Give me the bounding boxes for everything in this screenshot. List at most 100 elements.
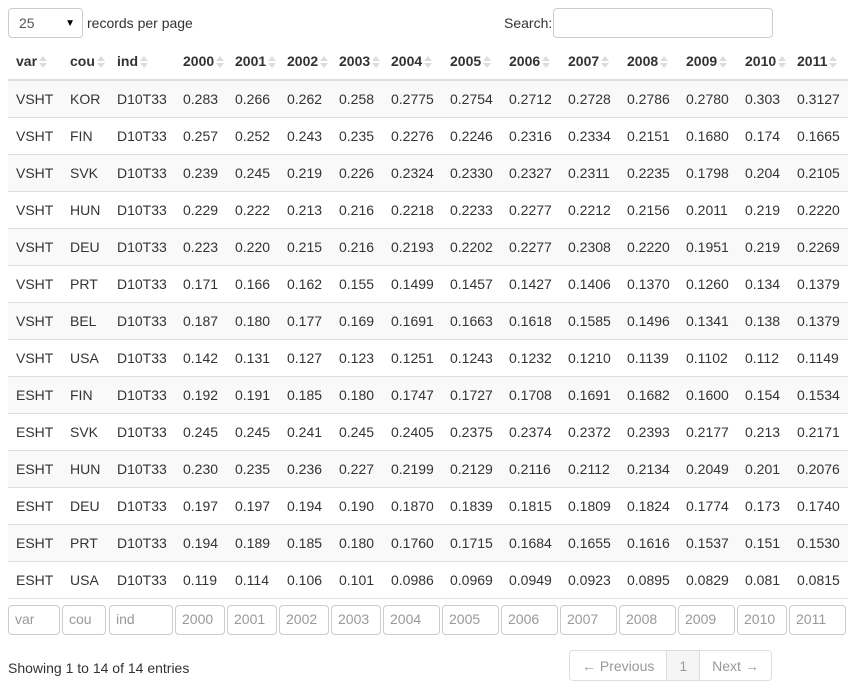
column-header-2007[interactable]: 2007 bbox=[560, 43, 619, 81]
cell-2001: 0.252 bbox=[227, 116, 279, 154]
cell-cou: PRT bbox=[62, 264, 109, 302]
column-header-2008[interactable]: 2008 bbox=[619, 43, 678, 81]
column-filter-2004[interactable]: 2004 bbox=[383, 604, 440, 635]
cell-2008: 0.1370 bbox=[619, 264, 678, 302]
cell-2011: 0.1740 bbox=[789, 486, 848, 524]
sort-icon[interactable] bbox=[216, 56, 225, 69]
cell-2004: 0.1251 bbox=[383, 338, 442, 376]
sort-icon[interactable] bbox=[601, 56, 610, 69]
cell-2010: 0.219 bbox=[737, 190, 789, 228]
column-header-ind[interactable]: ind bbox=[109, 43, 175, 81]
sort-icon[interactable] bbox=[140, 56, 148, 69]
column-filter-2002[interactable]: 2002 bbox=[279, 604, 329, 635]
cell-var: VSHT bbox=[8, 153, 62, 191]
column-header-var[interactable]: var bbox=[8, 43, 62, 81]
column-filter-cou[interactable]: cou bbox=[62, 604, 106, 635]
sort-icon[interactable] bbox=[829, 56, 838, 69]
cell-cou: USA bbox=[62, 338, 109, 376]
column-filter-2009[interactable]: 2009 bbox=[678, 604, 735, 635]
next-page-button[interactable]: Next → bbox=[699, 651, 771, 680]
records-per-page-select[interactable]: 25 ▼ bbox=[8, 8, 83, 38]
cell-2007: 0.2311 bbox=[560, 153, 619, 191]
cell-2009: 0.0829 bbox=[678, 560, 737, 598]
cell-2004: 0.2276 bbox=[383, 116, 442, 154]
cell-2010: 0.219 bbox=[737, 227, 789, 265]
sort-icon[interactable] bbox=[372, 56, 381, 69]
sort-icon[interactable] bbox=[778, 56, 787, 69]
cell-ind: D10T33 bbox=[109, 79, 175, 117]
cell-var: ESHT bbox=[8, 375, 62, 413]
cell-ind: D10T33 bbox=[109, 264, 175, 302]
filter-cell: 2002 bbox=[279, 597, 331, 642]
cell-2004: 0.1760 bbox=[383, 523, 442, 561]
column-filter-2006[interactable]: 2006 bbox=[501, 604, 558, 635]
column-header-2011[interactable]: 2011 bbox=[789, 43, 848, 81]
filter-cell: 2000 bbox=[175, 597, 227, 642]
pagination: ← Previous 1 Next → bbox=[569, 650, 772, 681]
cell-2006: 0.2374 bbox=[501, 412, 560, 450]
cell-2011: 0.1530 bbox=[789, 523, 848, 561]
cell-2001: 0.220 bbox=[227, 227, 279, 265]
cell-2011: 0.2105 bbox=[789, 153, 848, 191]
previous-page-button[interactable]: ← Previous bbox=[570, 651, 667, 680]
column-header-2003[interactable]: 2003 bbox=[331, 43, 383, 81]
cell-2007: 0.2308 bbox=[560, 227, 619, 265]
cell-var: ESHT bbox=[8, 449, 62, 487]
cell-2001: 0.245 bbox=[227, 153, 279, 191]
cell-2007: 0.1691 bbox=[560, 375, 619, 413]
filter-cell: 2011 bbox=[789, 597, 848, 642]
column-header-2001[interactable]: 2001 bbox=[227, 43, 279, 81]
sort-icon[interactable] bbox=[719, 56, 728, 69]
column-header-2009[interactable]: 2009 bbox=[678, 43, 737, 81]
cell-2006: 0.1684 bbox=[501, 523, 560, 561]
sort-icon[interactable] bbox=[424, 56, 433, 69]
column-filter-2010[interactable]: 2010 bbox=[737, 604, 787, 635]
filter-cell: 2003 bbox=[331, 597, 383, 642]
cell-2001: 0.266 bbox=[227, 79, 279, 117]
column-header-cou[interactable]: cou bbox=[62, 43, 109, 81]
column-filter-2001[interactable]: 2001 bbox=[227, 604, 277, 635]
column-filter-2011[interactable]: 2011 bbox=[789, 604, 846, 635]
cell-cou: HUN bbox=[62, 449, 109, 487]
column-header-label: 2001 bbox=[235, 53, 267, 69]
column-header-label: 2002 bbox=[287, 53, 319, 69]
sort-icon[interactable] bbox=[268, 56, 277, 69]
column-header-label: 2004 bbox=[391, 53, 423, 69]
search-label: Search: bbox=[504, 15, 553, 31]
cell-2006: 0.2277 bbox=[501, 190, 560, 228]
sort-icon[interactable] bbox=[660, 56, 669, 69]
column-header-2002[interactable]: 2002 bbox=[279, 43, 331, 81]
cell-2006: 0.1427 bbox=[501, 264, 560, 302]
sort-icon[interactable] bbox=[483, 56, 492, 69]
column-filter-ind[interactable]: ind bbox=[109, 604, 173, 635]
cell-2010: 0.081 bbox=[737, 560, 789, 598]
sort-icon[interactable] bbox=[39, 56, 48, 69]
table-row: VSHT DEU D10T33 0.223 0.220 0.215 0.216 0.2193 0… bbox=[8, 227, 848, 265]
cell-2000: 0.229 bbox=[175, 190, 227, 228]
sort-icon[interactable] bbox=[542, 56, 551, 69]
column-header-2000[interactable]: 2000 bbox=[175, 43, 227, 81]
column-header-label: 2006 bbox=[509, 53, 541, 69]
column-filter-2003[interactable]: 2003 bbox=[331, 604, 381, 635]
cell-2003: 0.258 bbox=[331, 79, 383, 117]
cell-2000: 0.283 bbox=[175, 79, 227, 117]
column-header-2006[interactable]: 2006 bbox=[501, 43, 560, 81]
column-header-2004[interactable]: 2004 bbox=[383, 43, 442, 81]
sort-icon[interactable] bbox=[320, 56, 329, 69]
sort-icon[interactable] bbox=[96, 56, 105, 69]
cell-2002: 0.241 bbox=[279, 412, 331, 450]
column-header-2005[interactable]: 2005 bbox=[442, 43, 501, 81]
cell-2001: 0.222 bbox=[227, 190, 279, 228]
column-filter-var[interactable]: var bbox=[8, 604, 60, 635]
column-filter-2007[interactable]: 2007 bbox=[560, 604, 617, 635]
column-filter-2000[interactable]: 2000 bbox=[175, 604, 225, 635]
search-input[interactable] bbox=[553, 8, 774, 38]
cell-2010: 0.204 bbox=[737, 153, 789, 191]
cell-2011: 0.2171 bbox=[789, 412, 848, 450]
page-1-button[interactable]: 1 bbox=[666, 651, 700, 680]
column-header-2010[interactable]: 2010 bbox=[737, 43, 789, 81]
column-filter-2008[interactable]: 2008 bbox=[619, 604, 676, 635]
cell-2004: 0.0986 bbox=[383, 560, 442, 598]
column-filter-2005[interactable]: 2005 bbox=[442, 604, 499, 635]
cell-ind: D10T33 bbox=[109, 412, 175, 450]
